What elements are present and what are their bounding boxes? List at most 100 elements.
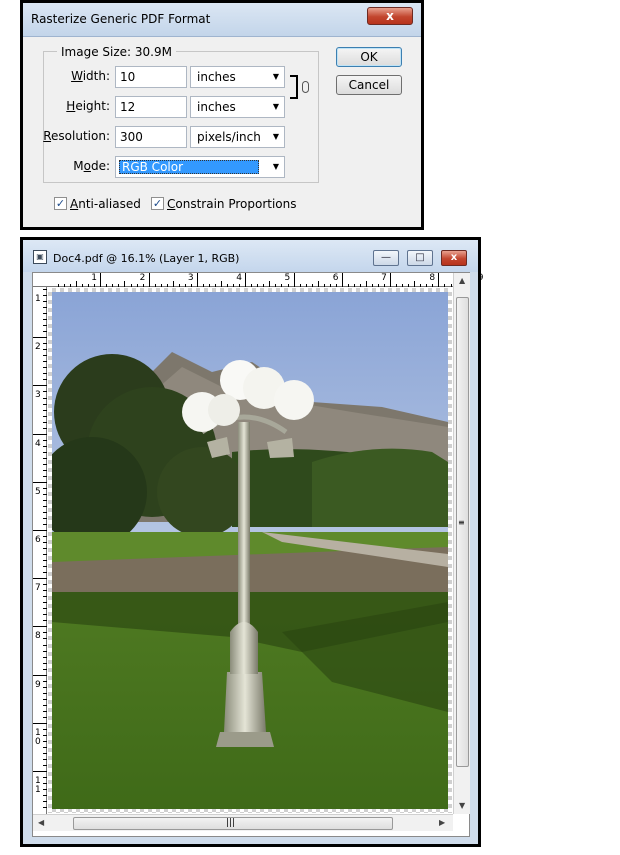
ruler-tick	[58, 284, 59, 287]
ruler-label: 5	[284, 273, 291, 283]
ruler-tick	[43, 505, 47, 507]
ruler-tick	[43, 789, 47, 791]
ruler-tick	[43, 313, 47, 315]
ruler-tick	[43, 301, 47, 303]
ruler-tick	[43, 632, 47, 634]
dialog-titlebar[interactable]: Rasterize Generic PDF Format x	[23, 3, 421, 37]
maximize-icon: □	[415, 252, 425, 263]
scroll-left-icon[interactable]: ◀	[38, 818, 44, 827]
ruler-tick	[118, 284, 120, 287]
ruler-tick	[43, 518, 47, 519]
ruler-tick	[43, 548, 47, 550]
ruler-tick	[43, 457, 47, 459]
ruler-tick	[227, 284, 229, 287]
ruler-tick	[239, 284, 241, 287]
vertical-scroll-thumb[interactable]	[456, 297, 469, 767]
ruler-tick	[311, 284, 313, 287]
ruler-tick	[43, 511, 47, 513]
horizontal-ruler[interactable]: 1 2 3 4 5 6 7 8 9	[33, 273, 483, 287]
ruler-tick	[335, 284, 337, 287]
horizontal-scrollbar[interactable]: ◀ ||| ▶	[33, 814, 453, 831]
document-close-button[interactable]: x	[441, 250, 467, 266]
ruler-tick	[43, 746, 47, 748]
scroll-right-icon[interactable]: ▶	[439, 818, 445, 827]
ruler-tick	[43, 524, 47, 525]
document-titlebar[interactable]: ▣ Doc4.pdf @ 16.1% (Layer 1, RGB) — □ x	[23, 240, 478, 272]
vertical-ruler[interactable]: 1 2 3 4 5 6 7 8 9 10 11	[33, 287, 47, 814]
height-field[interactable]: 12	[115, 96, 187, 118]
width-label: Width:	[71, 69, 110, 83]
ruler-tick	[43, 355, 47, 357]
ruler-label: 6	[35, 535, 41, 545]
ruler-tick	[209, 284, 210, 287]
canvas-transparency-border	[48, 288, 452, 813]
scroll-up-icon[interactable]: ▲	[459, 276, 465, 285]
ruler-tick	[43, 638, 47, 640]
ruler-label: 1	[91, 273, 98, 283]
constrain-proportions-checkbox[interactable]: ✓	[151, 197, 164, 210]
ruler-tick	[43, 451, 47, 453]
ruler-tick	[275, 284, 277, 287]
constrain-bracket	[290, 75, 298, 99]
ruler-tick	[178, 284, 180, 287]
ruler-tick	[299, 284, 301, 287]
anti-aliased-label[interactable]: Anti-aliased	[70, 197, 141, 211]
ruler-tick	[142, 284, 144, 287]
vertical-scrollbar[interactable]: ▲ ≡ ▼	[453, 273, 470, 814]
ruler-tick	[43, 433, 47, 435]
ruler-tick	[172, 281, 174, 287]
ruler-label: 11	[35, 776, 41, 795]
ruler-tick	[43, 644, 47, 646]
ruler-major-tick	[245, 273, 247, 287]
cancel-button[interactable]: Cancel	[336, 75, 402, 95]
ruler-tick	[43, 542, 47, 544]
ruler-tick	[76, 281, 78, 287]
minimize-button[interactable]: —	[373, 250, 399, 266]
ruler-tick	[43, 361, 47, 363]
ok-button[interactable]: OK	[336, 47, 402, 67]
horizontal-scroll-thumb[interactable]: |||	[73, 817, 393, 830]
resolution-unit-select[interactable]: pixels/inch ▼	[190, 126, 285, 148]
constrain-proportions-label[interactable]: Constrain Proportions	[167, 197, 297, 211]
mode-select[interactable]: RGB Color ▼	[115, 156, 285, 178]
chevron-down-icon: ▼	[272, 72, 279, 81]
dialog-title: Rasterize Generic PDF Format	[31, 12, 211, 26]
ruler-tick	[43, 620, 47, 622]
ruler-tick	[43, 596, 47, 598]
width-unit-select[interactable]: inches ▼	[190, 66, 285, 88]
ruler-label: 6	[332, 273, 339, 283]
ruler-major-tick	[390, 273, 392, 287]
close-icon: x	[450, 252, 458, 263]
ruler-tick	[64, 284, 66, 287]
ruler-tick	[305, 284, 307, 287]
resolution-field[interactable]: 300	[115, 126, 187, 148]
chain-link-icon	[302, 81, 309, 93]
ruler-tick	[112, 284, 114, 287]
width-field[interactable]: 10	[115, 66, 187, 88]
ruler-tick	[43, 801, 47, 803]
dialog-close-button[interactable]: x	[367, 7, 413, 25]
ruler-tick	[329, 284, 331, 287]
ruler-label: 2	[35, 342, 41, 353]
ruler-tick	[154, 284, 156, 287]
minimize-icon: —	[381, 252, 391, 263]
ruler-tick	[251, 284, 253, 287]
ruler-tick	[124, 281, 126, 287]
ruler-tick	[43, 566, 47, 568]
height-unit-select[interactable]: inches ▼	[190, 96, 285, 118]
ruler-tick	[166, 284, 168, 287]
scroll-down-icon[interactable]: ▼	[459, 801, 465, 810]
ruler-tick	[408, 284, 410, 287]
ruler-tick	[263, 284, 265, 287]
street-lamp-photo[interactable]	[52, 292, 448, 809]
maximize-button[interactable]: □	[407, 250, 433, 266]
ruler-tick	[317, 281, 319, 287]
ruler-tick	[43, 650, 47, 652]
ruler-tick	[215, 284, 216, 287]
ruler-tick	[106, 284, 108, 287]
ruler-tick	[43, 385, 47, 387]
ruler-tick	[233, 284, 235, 287]
anti-aliased-checkbox[interactable]: ✓	[54, 197, 67, 210]
chevron-down-icon: ▼	[272, 132, 279, 141]
ruler-tick	[426, 284, 428, 287]
